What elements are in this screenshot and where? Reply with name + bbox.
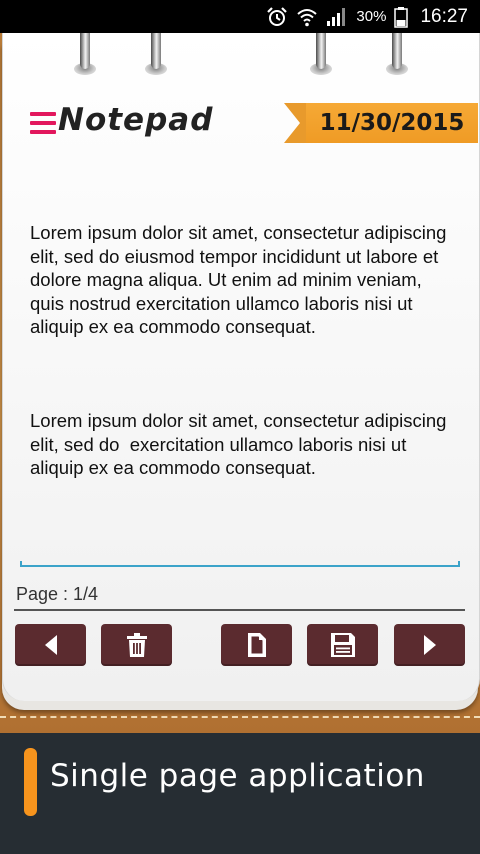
triangle-right-icon	[422, 634, 438, 656]
spiral-ring-icon	[141, 33, 171, 75]
note-text-area[interactable]: Lorem ipsum dolor sit amet, consectetur …	[30, 174, 460, 554]
spiral-ring-icon	[70, 33, 100, 75]
clock: 16:27	[420, 6, 468, 28]
note-paragraph: Lorem ipsum dolor sit amet, consectetur …	[30, 221, 460, 339]
spiral-ring-icon	[306, 33, 336, 75]
page-indicator: Page : 1/4	[16, 584, 98, 605]
alarm-icon	[266, 6, 288, 28]
status-bar: 30% 16:27	[0, 0, 480, 33]
save-button[interactable]	[307, 624, 378, 666]
note-date: 11/30/2015	[306, 103, 478, 143]
app-title: Notepad	[58, 102, 213, 138]
leather-stitching	[0, 716, 480, 718]
document-icon	[246, 632, 268, 658]
menu-icon[interactable]	[30, 112, 56, 134]
divider	[14, 609, 465, 611]
note-paragraph: Lorem ipsum dolor sit amet, consectetur …	[30, 409, 460, 480]
floppy-disk-icon	[329, 631, 357, 659]
wifi-icon	[296, 6, 318, 28]
next-page-button[interactable]	[394, 624, 465, 666]
new-page-button[interactable]	[221, 624, 292, 666]
battery-percent: 30%	[356, 8, 386, 25]
trash-icon	[126, 632, 148, 658]
date-ribbon: 11/30/2015	[284, 103, 478, 143]
delete-button[interactable]	[101, 624, 172, 666]
banner-caption: Single page application	[50, 758, 425, 794]
spiral-ring-icon	[382, 33, 412, 75]
previous-page-button[interactable]	[15, 624, 86, 666]
battery-icon	[394, 6, 408, 28]
text-input-underline	[20, 565, 460, 567]
signal-icon	[326, 7, 348, 27]
triangle-left-icon	[43, 634, 59, 656]
banner-accent-bar	[24, 748, 37, 816]
